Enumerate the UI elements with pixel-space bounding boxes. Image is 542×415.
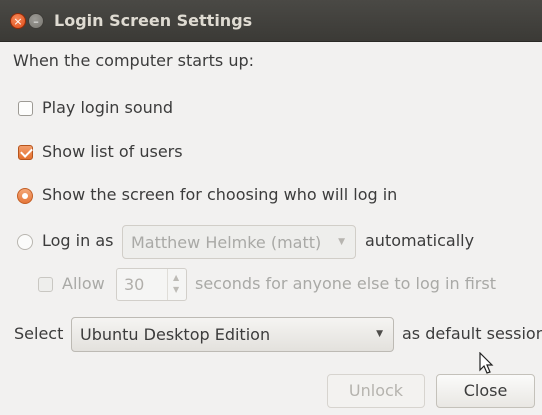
session-select-label: Select [14,324,64,343]
mouse-pointer-icon [479,352,494,374]
delay-seconds-spinner[interactable]: 30 ▲ ▼ [116,268,187,301]
show-list-of-users-label[interactable]: Show list of users [42,142,183,161]
chevron-up-icon[interactable]: ▲ [173,273,179,282]
chevron-down-icon: ▼ [376,329,383,339]
login-screen-settings-dialog: × – Login Screen Settings When the compu… [0,0,542,415]
log-in-as-label[interactable]: Log in as [42,231,113,250]
intro-label: When the computer starts up: [13,51,254,70]
default-session-select[interactable]: Ubuntu Desktop Edition ▼ [71,317,394,352]
title-bar: × – Login Screen Settings [0,0,542,42]
allow-delay-checkbox[interactable] [38,277,53,292]
autologin-user-select[interactable]: Matthew Helmke (matt) ▼ [122,225,356,259]
chevron-down-icon[interactable]: ▼ [173,285,179,294]
chevron-down-icon: ▼ [338,237,345,247]
log-in-as-radio[interactable] [17,234,33,250]
allow-label: Allow [62,274,105,293]
default-session-suffix: as default session [402,324,542,343]
play-login-sound-label[interactable]: Play login sound [42,98,173,117]
close-window-icon[interactable]: × [10,13,26,29]
spinner-buttons: ▲ ▼ [167,269,186,300]
automatically-label: automatically [365,231,475,250]
default-session-value: Ubuntu Desktop Edition [80,325,271,344]
unlock-button[interactable]: Unlock [327,374,425,408]
minimize-window-icon[interactable]: – [28,13,44,29]
delay-description: seconds for anyone else to log in first [195,274,496,293]
delay-seconds-value: 30 [124,275,145,294]
show-chooser-label[interactable]: Show the screen for choosing who will lo… [42,185,397,204]
show-chooser-radio[interactable] [17,188,33,204]
show-list-of-users-checkbox[interactable] [18,145,33,160]
play-login-sound-checkbox[interactable] [18,101,33,116]
close-button[interactable]: Close [436,374,535,408]
autologin-user-value: Matthew Helmke (matt) [131,233,322,252]
window-title: Login Screen Settings [54,11,253,30]
